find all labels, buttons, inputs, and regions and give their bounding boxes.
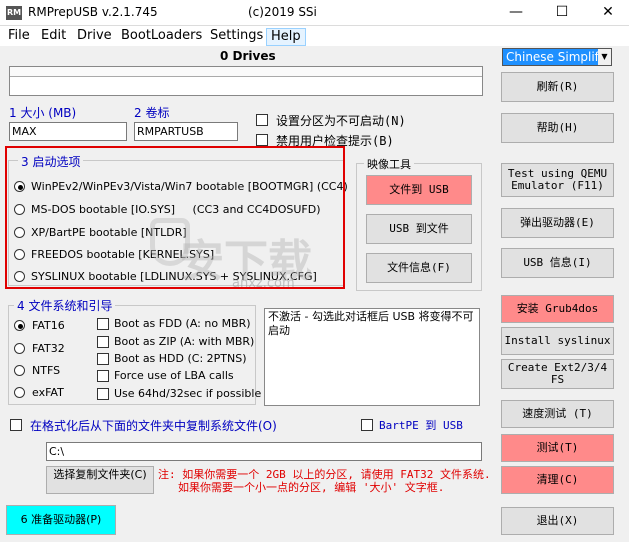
note-line-2: 如果你需要一个小一点的分区, 编辑 '大小' 文字框. [178,481,445,494]
info-textarea[interactable]: 不激活 - 勾选此对话框后 USB 将变得不可启动 [264,308,480,406]
bartpe-label: BartPE 到 USB [379,419,463,432]
menu-bootloaders[interactable]: BootLoaders [117,28,206,46]
fs-radio-fat16[interactable] [14,320,25,331]
usb-info-button[interactable]: USB 信息(I) [501,248,614,278]
folder-path-input[interactable]: C:\ [46,442,482,461]
no-boot-checkbox[interactable] [256,114,268,126]
fs-radio-fat32[interactable] [14,343,25,354]
menu-drive[interactable]: Drive [73,28,116,46]
menu-edit[interactable]: Edit [37,28,70,46]
copy-files-label: 在格式化后从下面的文件夹中复制系统文件(O) [30,419,277,433]
menu-bar: File Edit Drive BootLoaders Settings Hel… [0,26,629,46]
filesystem-legend: 4 文件系统和引导 [14,297,116,314]
menu-help[interactable]: Help [266,28,306,46]
clean-button[interactable]: 清理(C) [501,466,614,494]
fs-radio-exfat[interactable] [14,387,25,398]
boot-option-label: Boot as ZIP (A: with MBR) [114,335,255,348]
close-icon[interactable]: ✕ [588,2,628,24]
volume-input[interactable]: RMPARTUSB [134,122,238,141]
chevron-down-icon[interactable]: ▼ [598,49,611,65]
drives-count-label: 0 Drives [220,49,276,63]
choose-folder-button[interactable]: 选择复制文件夹(C) [46,466,154,494]
boot-fdd-checkbox[interactable] [97,318,109,330]
fs-label: FAT16 [32,319,65,332]
file-to-usb-button[interactable]: 文件到 USB [366,175,472,205]
drive-list-header [10,67,482,77]
minimize-icon[interactable]: — [496,2,536,24]
drive-list[interactable] [9,66,483,96]
maximize-icon[interactable]: ☐ [542,2,582,24]
eject-drive-button[interactable]: 弹出驱动器(E) [501,208,614,238]
refresh-button[interactable]: 刷新(R) [501,72,614,102]
install-grub4dos-button[interactable]: 安装 Grub4dos [501,295,614,323]
help-button[interactable]: 帮助(H) [501,113,614,143]
menu-file[interactable]: File [4,28,34,46]
menu-settings[interactable]: Settings [206,28,267,46]
copyright-text: (c)2019 SSi [248,5,317,19]
boot-zip-checkbox[interactable] [97,336,109,348]
exit-button[interactable]: 退出(X) [501,507,614,535]
no-prompt-checkbox[interactable] [256,134,268,146]
test-button[interactable]: 测试(T) [501,434,614,462]
language-value: Chinese Simplified [506,50,612,64]
boot-option-label: Boot as FDD (A: no MBR) [114,317,251,330]
language-select[interactable]: Chinese Simplified ▼ [502,48,612,66]
title-bar: RM RMPrepUSB v.2.1.745 (c)2019 SSi — ☐ ✕ [0,0,629,26]
use-64hd-checkbox[interactable] [97,388,109,400]
size-input[interactable]: MAX [9,122,127,141]
boot-option-label: Force use of LBA calls [114,369,234,382]
force-lba-checkbox[interactable] [97,370,109,382]
copy-files-checkbox[interactable] [10,419,22,431]
boot-hdd-checkbox[interactable] [97,353,109,365]
boot-option-label: Boot as HDD (C: 2PTNS) [114,352,247,365]
create-ext-fs-button[interactable]: Create Ext2/3/4 FS [501,359,614,389]
usb-to-file-button[interactable]: USB 到文件 [366,214,472,244]
speed-test-button[interactable]: 速度测试 (T) [501,400,614,428]
fs-radio-ntfs[interactable] [14,365,25,376]
bartpe-checkbox[interactable] [361,419,373,431]
install-syslinux-button[interactable]: Install syslinux [501,327,614,355]
test-qemu-button[interactable]: Test using QEMU Emulator (F11) [501,163,614,197]
window-title: RMPrepUSB v.2.1.745 [28,5,158,19]
app-icon: RM [6,6,22,20]
fs-label: exFAT [32,386,64,399]
fs-label: FAT32 [32,342,65,355]
fs-label: NTFS [32,364,61,377]
boot-option-label: Use 64hd/32sec if possible [114,387,262,400]
image-tools-legend: 映像工具 [364,156,414,172]
no-boot-label: 设置分区为不可启动(N) [276,114,406,128]
watermark-url: anxz.com [232,276,295,291]
file-info-button[interactable]: 文件信息(F) [366,253,472,283]
volume-label: 2 卷标 [134,106,170,120]
size-label: 1 大小 (MB) [9,106,77,120]
prepare-drive-button[interactable]: 6 准备驱动器(P) [6,505,116,535]
